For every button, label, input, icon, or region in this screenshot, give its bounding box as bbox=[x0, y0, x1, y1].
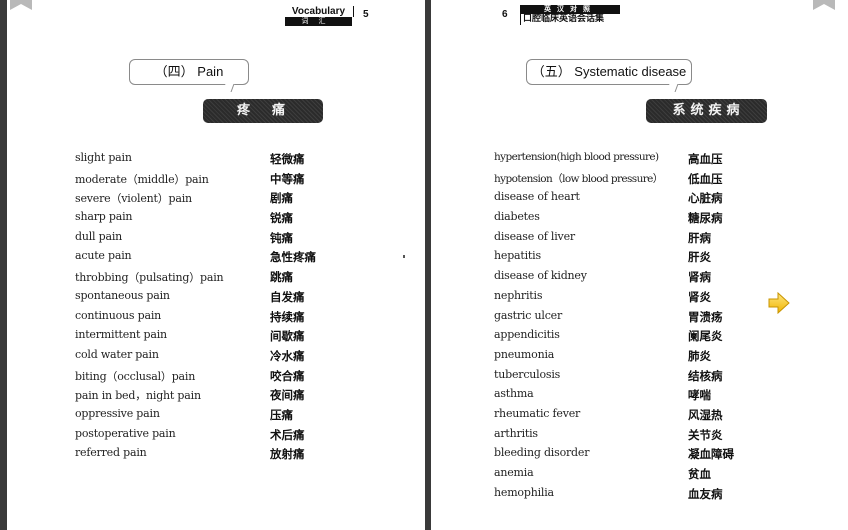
entry-chinese: 剧痛 bbox=[270, 191, 293, 206]
entry-chinese: 结核病 bbox=[688, 368, 723, 383]
section-title: （四） Pain bbox=[129, 59, 249, 85]
entry-english: disease of heart bbox=[494, 190, 580, 204]
header-top: 英汉对照 bbox=[520, 5, 620, 14]
page-number: 5 bbox=[363, 9, 369, 20]
entry-english: continuous pain bbox=[75, 308, 162, 322]
entry-english: anemia bbox=[494, 466, 534, 479]
entry-english: appendicitis bbox=[494, 328, 560, 342]
entry-english: slight pain bbox=[75, 151, 132, 164]
page-number: 6 bbox=[502, 9, 508, 20]
section-banner: 系统疾病 bbox=[646, 99, 767, 123]
entry-chinese: 钝痛 bbox=[270, 230, 293, 245]
entry-english: diabetes bbox=[494, 210, 540, 224]
entry-english: dull pain bbox=[75, 229, 123, 243]
entry-chinese: 冷水痛 bbox=[270, 348, 305, 363]
entry-chinese: 凝血障碍 bbox=[688, 447, 734, 462]
document-viewer: Vocabulary 词汇 5 （四） Pain 疼痛 slight pain 轻… bbox=[0, 0, 848, 530]
entry-chinese: 关节炎 bbox=[688, 427, 723, 442]
entry-english: gastric ulcer bbox=[494, 308, 563, 322]
entry-chinese: 低血压 bbox=[688, 171, 723, 186]
entry-english: disease of liver bbox=[494, 229, 575, 243]
section-title: （五） Systematic disease bbox=[526, 59, 692, 85]
entry-chinese: 肾病 bbox=[688, 270, 711, 285]
entry-english: intermittent pain bbox=[75, 328, 167, 342]
entry-chinese: 持续痛 bbox=[270, 309, 305, 324]
entry-english: pain in bed，night pain bbox=[75, 389, 201, 403]
entry-chinese: 锐痛 bbox=[270, 211, 293, 226]
entry-chinese: 夜间痛 bbox=[270, 388, 305, 403]
entry-english: disease of kidney bbox=[494, 269, 587, 283]
entry-chinese: 糖尿病 bbox=[688, 211, 723, 226]
entry-english: tuberculosis bbox=[494, 367, 561, 381]
entry-chinese: 咬合痛 bbox=[270, 368, 305, 383]
entry-chinese: 血友病 bbox=[688, 486, 723, 501]
page-right: 6 英汉对照 口腔临床英语会话集 （五） Systematic disease … bbox=[431, 0, 848, 530]
section-banner: 疼痛 bbox=[203, 99, 323, 123]
entry-english: severe（violent）pain bbox=[75, 192, 192, 206]
entry-chinese: 跳痛 bbox=[270, 270, 293, 285]
entry-english: hemophilia bbox=[494, 485, 554, 499]
entry-english: arthritis bbox=[494, 426, 538, 440]
entry-chinese: 压痛 bbox=[270, 407, 293, 422]
entry-chinese: 间歇痛 bbox=[270, 329, 305, 344]
entry-english: hypertension(high blood pressure) bbox=[494, 151, 659, 163]
entry-english: postoperative pain bbox=[75, 426, 176, 440]
entry-english: biting（occlusal）pain bbox=[75, 369, 196, 383]
entry-chinese: 肝病 bbox=[688, 230, 711, 245]
entry-english: asthma bbox=[494, 387, 534, 401]
entry-chinese: 自发痛 bbox=[270, 289, 305, 304]
bookmark-icon[interactable] bbox=[813, 0, 835, 10]
entry-chinese: 肺炎 bbox=[688, 348, 711, 363]
entry-english: moderate（middle）pain bbox=[75, 172, 209, 186]
entry-english: throbbing（pulsating）pain bbox=[75, 271, 224, 285]
entry-english: spontaneous pain bbox=[75, 288, 170, 302]
entry-chinese: 风湿热 bbox=[688, 407, 723, 422]
entry-chinese: 心脏病 bbox=[688, 191, 723, 206]
entry-english: oppressive pain bbox=[75, 406, 160, 420]
entry-chinese: 阑尾炎 bbox=[688, 329, 723, 344]
entry-english: nephritis bbox=[494, 288, 543, 302]
entry-english: bleeding disorder bbox=[494, 446, 590, 460]
entry-chinese: 放射痛 bbox=[270, 447, 305, 462]
entry-chinese: 高血压 bbox=[688, 152, 723, 166]
entry-chinese: 轻微痛 bbox=[270, 152, 305, 166]
page-left: Vocabulary 词汇 5 （四） Pain 疼痛 slight pain 轻… bbox=[7, 0, 425, 530]
running-header: Vocabulary 词汇 bbox=[285, 6, 354, 26]
entry-chinese: 中等痛 bbox=[270, 171, 305, 186]
entry-chinese: 急性疼痛 bbox=[270, 250, 316, 265]
entry-english: hepatitis bbox=[494, 249, 541, 263]
entry-english: referred pain bbox=[75, 446, 147, 460]
entry-english: sharp pain bbox=[75, 210, 133, 224]
entry-chinese: 肾炎 bbox=[688, 289, 711, 304]
header-bottom: 口腔临床英语会话集 bbox=[520, 14, 620, 25]
arrow-right-icon[interactable] bbox=[768, 291, 790, 315]
entry-chinese: 胃溃疡 bbox=[688, 309, 723, 324]
header-english: Vocabulary bbox=[285, 6, 354, 17]
entry-chinese: 肝炎 bbox=[688, 250, 711, 265]
entry-chinese: 术后痛 bbox=[270, 427, 305, 442]
entry-chinese: 贫血 bbox=[688, 467, 711, 481]
entry-english: acute pain bbox=[75, 249, 132, 263]
scan-speck bbox=[403, 255, 405, 258]
entry-english: cold water pain bbox=[75, 347, 159, 361]
entry-chinese: 哮喘 bbox=[688, 388, 711, 403]
entry-english: rheumatic fever bbox=[494, 406, 581, 420]
running-header: 英汉对照 口腔临床英语会话集 bbox=[520, 5, 620, 25]
bookmark-icon[interactable] bbox=[10, 0, 32, 10]
header-chinese: 词汇 bbox=[285, 17, 352, 26]
entry-english: pneumonia bbox=[494, 347, 555, 361]
entry-english: hypotension（low blood pressure） bbox=[494, 172, 663, 185]
next-page-arrow-graphic bbox=[768, 291, 790, 315]
